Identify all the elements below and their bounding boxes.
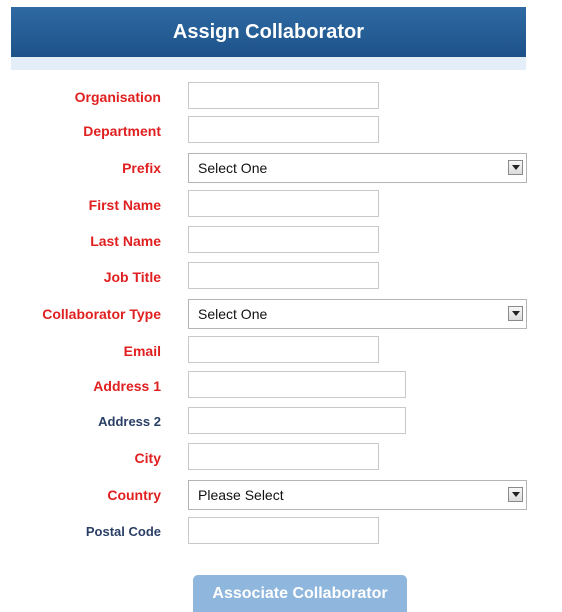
address2-label: Address 2	[98, 414, 161, 429]
address1-row: Address 1	[0, 371, 562, 401]
first-name-row: First Name	[0, 190, 562, 220]
country-selected-value: Please Select	[198, 487, 284, 503]
organisation-label: Organisation	[74, 89, 161, 105]
country-label: Country	[107, 487, 161, 503]
department-row: Department	[0, 116, 562, 146]
department-input[interactable]	[188, 116, 379, 143]
header-subbar	[11, 57, 526, 70]
city-label: City	[134, 450, 161, 466]
prefix-label: Prefix	[122, 160, 161, 176]
first-name-label: First Name	[88, 197, 161, 213]
chevron-down-icon[interactable]	[508, 160, 523, 175]
collaborator-type-selected-value: Select One	[198, 306, 268, 322]
postal-code-label: Postal Code	[85, 524, 161, 539]
prefix-selected-value: Select One	[198, 160, 268, 176]
organisation-row: Organisation	[0, 82, 562, 112]
country-select[interactable]: Please Select	[188, 480, 527, 510]
last-name-row: Last Name	[0, 226, 562, 256]
email-row: Email	[0, 336, 562, 366]
country-row: Country Please Select	[0, 480, 562, 510]
prefix-row: Prefix Select One	[0, 153, 562, 183]
city-input[interactable]	[188, 443, 379, 470]
chevron-down-icon[interactable]	[508, 306, 523, 321]
organisation-input[interactable]	[188, 82, 379, 109]
last-name-label: Last Name	[90, 233, 161, 249]
postal-code-input[interactable]	[188, 517, 379, 544]
collaborator-type-select[interactable]: Select One	[188, 299, 527, 329]
job-title-input[interactable]	[188, 262, 379, 289]
job-title-label: Job Title	[103, 269, 161, 285]
address1-input[interactable]	[188, 371, 406, 398]
email-label: Email	[123, 343, 161, 359]
address2-input[interactable]	[188, 407, 406, 434]
address2-row: Address 2	[0, 407, 562, 437]
first-name-input[interactable]	[188, 190, 379, 217]
assign-collaborator-page: Assign Collaborator Organisation Departm…	[0, 0, 562, 612]
associate-collaborator-button[interactable]: Associate Collaborator	[193, 575, 407, 612]
job-title-row: Job Title	[0, 262, 562, 292]
last-name-input[interactable]	[188, 226, 379, 253]
department-label: Department	[83, 123, 161, 139]
address1-label: Address 1	[93, 378, 161, 394]
page-title: Assign Collaborator	[172, 20, 365, 43]
city-row: City	[0, 443, 562, 473]
collaborator-type-row: Collaborator Type Select One	[0, 299, 562, 329]
collaborator-type-label: Collaborator Type	[42, 306, 161, 322]
page-header: Assign Collaborator	[11, 7, 526, 57]
email-input[interactable]	[188, 336, 379, 363]
postal-code-row: Postal Code	[0, 517, 562, 547]
prefix-select[interactable]: Select One	[188, 153, 527, 183]
chevron-down-icon[interactable]	[508, 487, 523, 502]
